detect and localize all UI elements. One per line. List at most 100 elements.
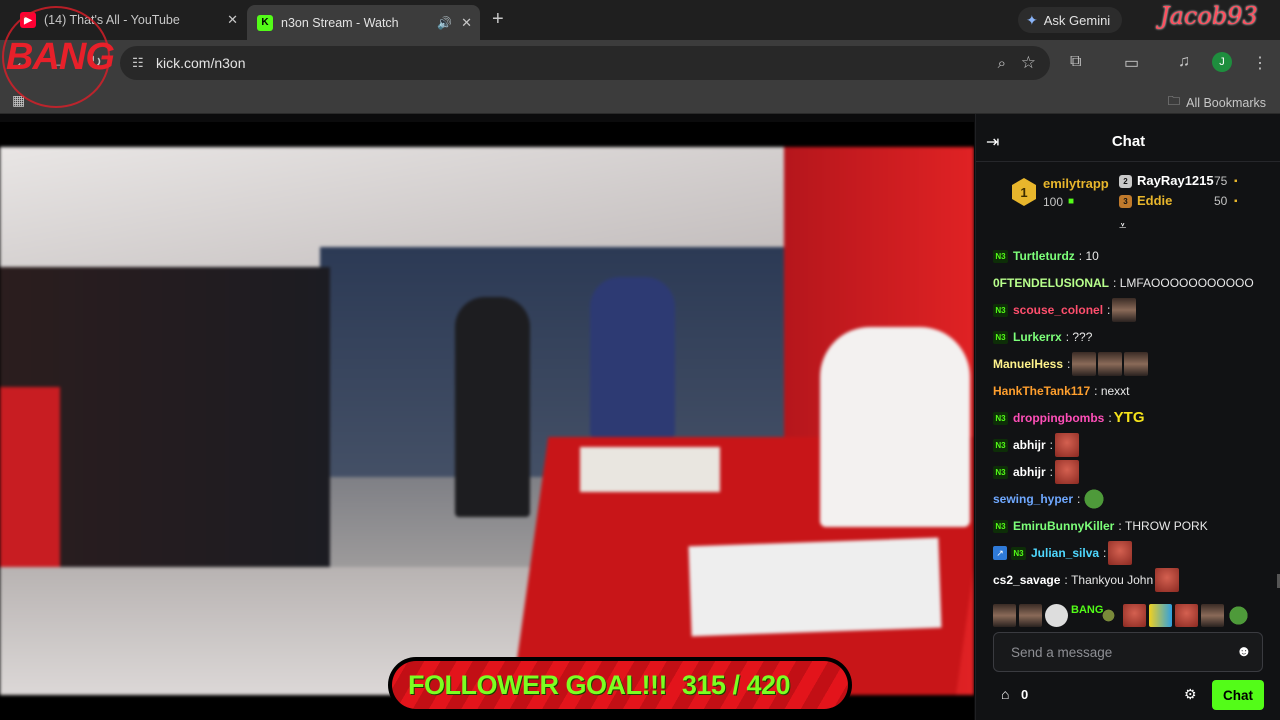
- quick-emote[interactable]: [1045, 603, 1068, 627]
- bookmarks-bar: ▦ 🗀 All Bookmarks: [0, 86, 1280, 114]
- chat-message: N3 scouse_colonel:: [993, 298, 1137, 322]
- chat-message: N3 Turtleturdz: 10: [993, 244, 1099, 268]
- n3-sub-badge: N3: [1011, 546, 1026, 560]
- coin-icon: ▪: [1234, 176, 1238, 187]
- rank-3-badge: 3: [1119, 195, 1132, 208]
- quick-emote[interactable]: [1227, 603, 1250, 627]
- kick-icon: K: [257, 14, 273, 31]
- emoji-picker-icon[interactable]: ☻: [1236, 643, 1252, 660]
- leader-name[interactable]: Eddie: [1137, 193, 1172, 208]
- gifter-leaderboard: 1 emilytrapp 100 ■ 2 RayRay1215 75 ▪ 3 E…: [976, 164, 1280, 226]
- n3-sub-badge: N3: [993, 249, 1008, 263]
- extensions-icon[interactable]: ⧉: [1070, 53, 1081, 71]
- chat-username[interactable]: scouse_colonel: [1013, 303, 1103, 317]
- quick-emote[interactable]: [1149, 603, 1172, 627]
- chat-message-input[interactable]: Send a message: [993, 632, 1263, 672]
- quick-emote[interactable]: [1123, 603, 1146, 627]
- face-emote: [1098, 352, 1123, 376]
- quick-emote[interactable]: [993, 603, 1016, 627]
- stream-video-frame: [0, 147, 974, 695]
- chat-header: ⇥ Chat: [976, 122, 1280, 162]
- boost-badge-icon: ↗: [993, 546, 1007, 560]
- rank-1-badge: 1: [1012, 178, 1036, 206]
- n3-sub-badge: N3: [993, 330, 1008, 344]
- chat-username[interactable]: HankTheTank117: [993, 384, 1090, 398]
- follower-goal-value: 315 / 420: [681, 669, 791, 700]
- face-emote: [1055, 460, 1080, 484]
- tab-strip: ▶ (14) That's All - YouTube ✕ K n3on Str…: [0, 0, 1280, 40]
- chat-username[interactable]: Lurkerrx: [1013, 330, 1062, 344]
- close-tab-icon[interactable]: ✕: [227, 12, 238, 28]
- speaker-icon[interactable]: 🔊: [437, 16, 452, 30]
- ytg-emote: YTG: [1113, 409, 1145, 426]
- coin-icon: ▪: [1234, 196, 1238, 207]
- chat-text: ???: [1072, 330, 1093, 344]
- bookmark-star-icon[interactable]: ☆: [1021, 53, 1036, 73]
- tab-kick-stream[interactable]: K n3on Stream - Watch Live o 🔊 ✕: [247, 5, 480, 40]
- n3-sub-badge: N3: [993, 438, 1008, 452]
- chat-message: HankTheTank117: nexxt: [993, 384, 1130, 398]
- zoom-icon[interactable]: ⌕: [998, 55, 1006, 72]
- chat-username[interactable]: Turtleturdz: [1013, 249, 1075, 263]
- chat-username[interactable]: abhijr: [1013, 438, 1046, 452]
- chat-username[interactable]: Julian_silva: [1031, 546, 1099, 560]
- leader-amount: 50: [1214, 194, 1228, 208]
- address-bar[interactable]: ☷ kick.com/n3on ⌕ ☆: [120, 46, 1050, 80]
- chat-title: Chat: [1111, 133, 1146, 150]
- quick-emote[interactable]: [1201, 603, 1224, 627]
- chat-text: nexxt: [1100, 384, 1130, 398]
- face-emote: [1112, 298, 1137, 322]
- url-text[interactable]: kick.com/n3on: [156, 55, 245, 71]
- bang-logo-text: BANG: [6, 36, 115, 78]
- ask-gemini-label: Ask Gemini: [1043, 12, 1111, 28]
- chat-message: ↗ N3 Julian_silva:: [993, 541, 1133, 565]
- chat-username[interactable]: sewing_hyper: [993, 492, 1073, 506]
- leader-amount: 75: [1214, 174, 1228, 188]
- chat-username[interactable]: abhijr: [1013, 465, 1046, 479]
- chat-panel: ⇥ Chat 1 emilytrapp 100 ■ 2 RayRay1215 7…: [975, 114, 1280, 720]
- cast-icon[interactable]: ▭: [1124, 53, 1139, 73]
- chat-message: 0FTENDELUSIONAL: LMFAOOOOOOOOOOO: [993, 276, 1254, 290]
- follower-goal-overlay: FOLLOWER GOAL!!! 315 / 420: [388, 657, 852, 713]
- tab-title: n3on Stream - Watch Live o: [281, 15, 401, 30]
- chat-messages[interactable]: N3 Turtleturdz: 10 0FTENDELUSIONAL: LMFA…: [976, 234, 1280, 604]
- chat-username[interactable]: ManuelHess: [993, 357, 1063, 371]
- chat-message: N3 droppingbombs: YTG: [993, 406, 1145, 430]
- new-tab-button[interactable]: +: [492, 8, 504, 31]
- profile-avatar[interactable]: J: [1212, 52, 1232, 72]
- chat-message: N3 abhijr:: [993, 460, 1080, 484]
- chat-text: 10: [1085, 249, 1099, 263]
- menu-icon[interactable]: ⋮: [1252, 53, 1268, 73]
- site-info-icon[interactable]: ☷: [132, 55, 150, 71]
- expand-leaderboard-icon[interactable]: ⩡: [1119, 218, 1126, 234]
- chat-username[interactable]: droppingbombs: [1013, 411, 1104, 425]
- quick-emote[interactable]: [1097, 603, 1120, 627]
- channel-points-count: 0: [1021, 687, 1029, 702]
- close-tab-icon[interactable]: ✕: [461, 15, 472, 31]
- all-bookmarks-label: All Bookmarks: [1186, 95, 1266, 110]
- chat-username[interactable]: EmiruBunnyKiller: [1013, 519, 1114, 533]
- channel-points-store-icon[interactable]: ⌂: [1001, 686, 1009, 702]
- quick-emote-bang[interactable]: BANG: [1071, 604, 1103, 627]
- leader-name[interactable]: emilytrapp: [1043, 176, 1109, 191]
- send-chat-button[interactable]: Chat: [1212, 680, 1264, 710]
- quick-emote[interactable]: [1019, 603, 1042, 627]
- face-emote: [1055, 433, 1080, 457]
- chat-text: LMFAOOOOOOOOOOO: [1119, 276, 1254, 290]
- media-controls-icon[interactable]: ♫: [1178, 53, 1190, 71]
- quick-emote[interactable]: [1175, 603, 1198, 627]
- ask-gemini-button[interactable]: ✦ Ask Gemini: [1018, 7, 1123, 33]
- chat-message: N3 EmiruBunnyKiller: THROW PORK: [993, 514, 1208, 538]
- all-bookmarks-button[interactable]: 🗀 All Bookmarks: [1168, 92, 1266, 113]
- kick-page: FOLLOWER GOAL!!! 315 / 420 ⇥ Chat 1 emil…: [0, 114, 1280, 720]
- chat-username[interactable]: 0FTENDELUSIONAL: [993, 276, 1109, 290]
- chat-settings-gear-icon[interactable]: ⚙: [1184, 686, 1197, 703]
- video-player[interactable]: FOLLOWER GOAL!!! 315 / 420: [0, 122, 974, 720]
- gemini-icon: ✦: [1026, 11, 1038, 28]
- chat-username[interactable]: cs2_savage: [993, 573, 1060, 587]
- chat-message: cs2_savage: Thankyou John: [993, 568, 1180, 592]
- rank-2-badge: 2: [1119, 175, 1132, 188]
- face-emote: [1155, 568, 1180, 592]
- n3-sub-badge: N3: [993, 465, 1008, 479]
- leader-name[interactable]: RayRay1215: [1137, 173, 1214, 188]
